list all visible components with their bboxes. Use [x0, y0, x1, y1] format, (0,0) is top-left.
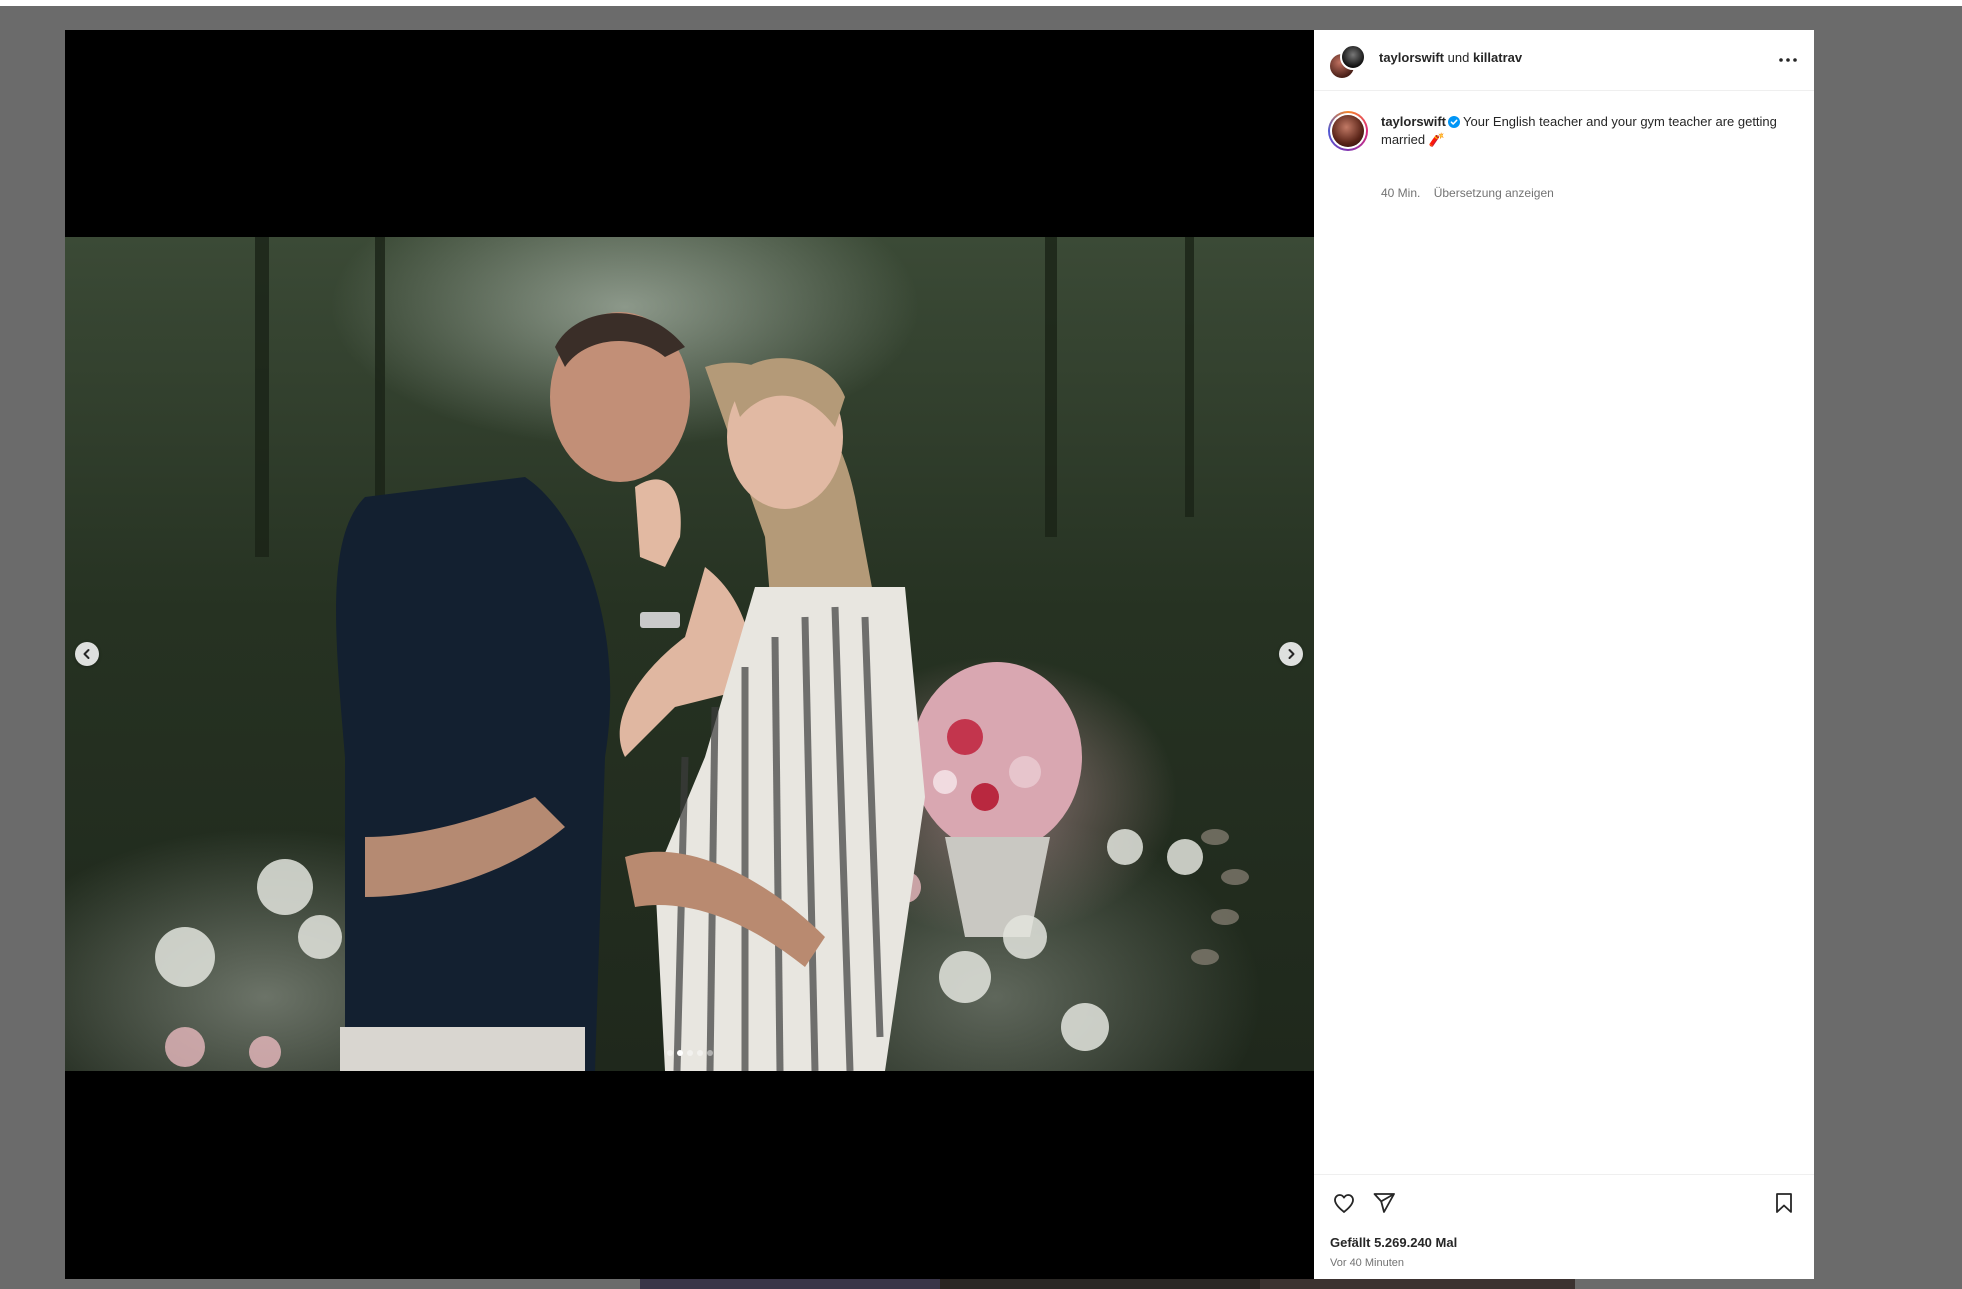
chevron-right-icon	[1288, 649, 1295, 659]
chevron-left-icon	[83, 649, 90, 659]
heart-icon	[1334, 1194, 1354, 1213]
caption-text-block: taylorswift Your English teacher and your…	[1381, 113, 1781, 149]
share-button[interactable]	[1370, 1189, 1398, 1217]
browser-top-edge	[0, 0, 1962, 6]
more-options-button[interactable]	[1772, 44, 1804, 76]
caption-time: 40 Min.	[1381, 186, 1421, 200]
likes-count[interactable]: Gefällt 5.269.240 Mal	[1330, 1235, 1457, 1250]
see-translation-link[interactable]: Übersetzung anzeigen	[1434, 186, 1554, 200]
collab-avatars[interactable]	[1328, 44, 1366, 80]
collaborator-username-link[interactable]: killatrav	[1473, 50, 1522, 65]
verified-badge-icon	[1448, 116, 1461, 128]
slide-dot	[696, 1050, 703, 1056]
slide-indicator	[65, 1050, 1314, 1056]
previous-slide-button[interactable]	[75, 642, 99, 666]
post-media-viewer	[65, 30, 1314, 1279]
caption-emoji: 🧨	[1428, 132, 1445, 147]
author-connector: und	[1447, 50, 1470, 65]
post-timestamp[interactable]: Vor 40 Minuten	[1330, 1257, 1404, 1269]
caption-meta: 40 Min. Übersetzung anzeigen	[1381, 186, 1554, 200]
caption-username-link[interactable]: taylorswift	[1381, 114, 1446, 129]
send-icon	[1373, 1193, 1395, 1213]
bookmark-icon	[1776, 1193, 1792, 1213]
post-actions: Gefällt 5.269.240 Mal Vor 40 Minuten	[1314, 1174, 1814, 1280]
post-modal: taylorswift und killatrav taylorswift You…	[65, 30, 1814, 1279]
next-slide-button[interactable]	[1279, 642, 1303, 666]
avatar-ring-inner	[1330, 113, 1366, 149]
slide-dot	[686, 1050, 693, 1056]
post-photo	[65, 237, 1314, 1071]
avatar	[1340, 44, 1366, 70]
avatar	[1332, 115, 1364, 147]
save-button[interactable]	[1770, 1189, 1798, 1217]
owner-username-link[interactable]: taylorswift	[1379, 50, 1444, 65]
post-details-panel: taylorswift und killatrav taylorswift You…	[1314, 30, 1814, 1279]
post-header: taylorswift und killatrav	[1314, 30, 1814, 91]
post-authors: taylorswift und killatrav	[1379, 50, 1522, 65]
slide-dot	[666, 1050, 673, 1056]
slide-dot	[706, 1050, 713, 1056]
like-button[interactable]	[1330, 1189, 1358, 1217]
slide-dot-active	[676, 1050, 683, 1056]
more-horizontal-icon	[1779, 58, 1797, 62]
caption-avatar[interactable]	[1328, 111, 1368, 151]
